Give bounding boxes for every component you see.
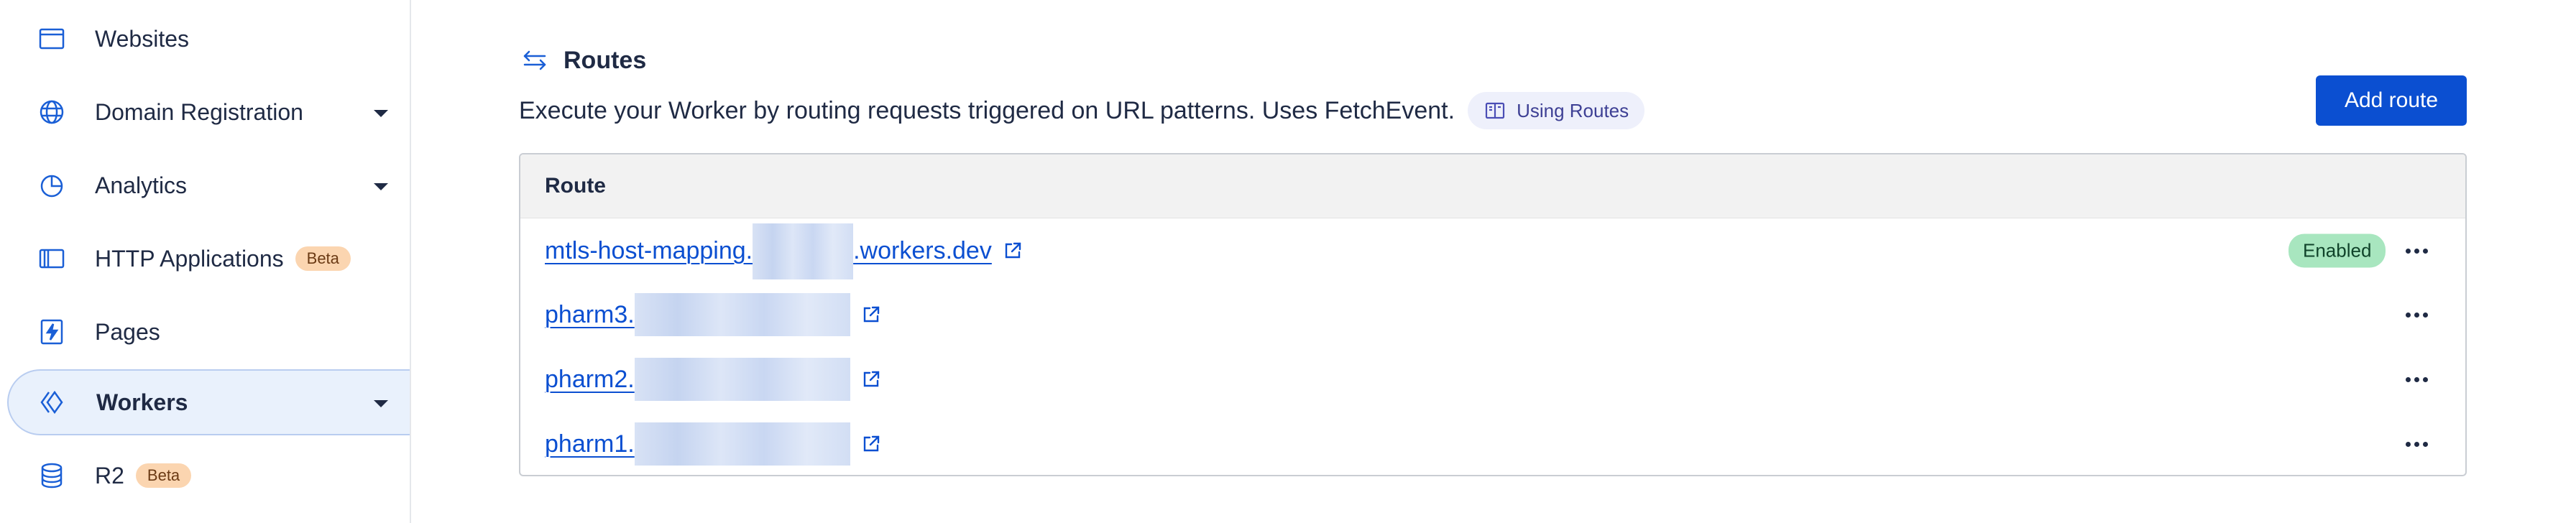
database-icon <box>36 460 68 491</box>
applications-icon <box>36 243 68 274</box>
workers-icon <box>37 387 69 418</box>
sidebar-item-http-applications[interactable]: HTTP Applications Beta <box>7 226 410 292</box>
add-route-button[interactable]: Add route <box>2316 75 2467 126</box>
route-prefix: mtls-host-mapping. <box>545 236 753 264</box>
caret-down-icon[interactable] <box>374 400 388 407</box>
redacted-text <box>634 358 850 401</box>
sidebar-item-label: Pages <box>95 319 160 345</box>
status-badge: Enabled <box>2288 233 2386 268</box>
table-header-route: Route <box>520 154 2465 218</box>
using-routes-doc-link[interactable]: Using Routes <box>1468 92 1645 129</box>
external-link-icon <box>860 369 882 390</box>
beta-badge: Beta <box>135 463 192 488</box>
beta-badge: Beta <box>295 246 351 271</box>
more-options-icon[interactable] <box>2402 304 2431 325</box>
table-row: pharm1. <box>520 412 2465 475</box>
caret-down-icon[interactable] <box>374 110 388 117</box>
route-prefix: pharm2. <box>545 365 635 393</box>
sidebar-item-workers[interactable]: Workers <box>7 369 410 435</box>
routes-title: Routes <box>564 46 647 74</box>
dashboard: Websites Domain Registration Analytics H… <box>0 0 2576 523</box>
redacted-text <box>634 293 850 336</box>
sidebar-item-websites[interactable]: Websites <box>7 6 410 72</box>
doc-link-label: Using Routes <box>1517 99 1629 121</box>
sidebar-item-pages[interactable]: Pages <box>7 299 410 365</box>
sidebar-item-label: Workers <box>96 389 188 415</box>
external-link-icon <box>860 304 882 325</box>
route-link[interactable]: pharm3. <box>545 293 882 336</box>
route-suffix: .workers.dev <box>853 236 992 264</box>
swap-arrows-icon <box>519 45 551 76</box>
sidebar-item-label: Websites <box>95 26 190 52</box>
description-text: Execute your Worker by routing requests … <box>519 96 1455 124</box>
sidebar-item-analytics[interactable]: Analytics <box>7 152 410 218</box>
caret-down-icon[interactable] <box>374 183 388 190</box>
sidebar-item-label: Analytics <box>95 172 188 198</box>
routes-description: Execute your Worker by routing requests … <box>519 92 1645 129</box>
routes-heading: Routes <box>519 45 646 76</box>
sidebar: Websites Domain Registration Analytics H… <box>0 0 411 523</box>
redacted-text <box>634 422 850 466</box>
route-prefix: pharm3. <box>545 300 635 328</box>
table-row: pharm2. <box>520 347 2465 412</box>
sidebar-item-r2[interactable]: R2 Beta <box>7 443 410 509</box>
sidebar-item-domain-registration[interactable]: Domain Registration <box>7 79 410 145</box>
sidebar-item-label: HTTP Applications <box>95 246 284 272</box>
route-prefix: pharm1. <box>545 430 635 458</box>
table-row: pharm3. <box>520 282 2465 347</box>
more-options-icon[interactable] <box>2402 369 2431 390</box>
route-link[interactable]: pharm2. <box>545 358 882 401</box>
more-options-icon[interactable] <box>2402 240 2431 262</box>
sidebar-item-label: R2 <box>95 463 124 489</box>
browser-window-icon <box>36 23 68 55</box>
sidebar-item-label: Domain Registration <box>95 99 303 125</box>
more-options-icon[interactable] <box>2402 433 2431 455</box>
route-link[interactable]: mtls-host-mapping. .workers.dev <box>545 222 1024 279</box>
main-content: Routes Execute your Worker by routing re… <box>410 0 2576 523</box>
routes-table: Route mtls-host-mapping. .workers.dev En… <box>519 153 2467 476</box>
external-link-icon <box>1002 240 1024 262</box>
lightning-icon <box>36 316 68 348</box>
globe-icon <box>36 96 68 128</box>
external-link-icon <box>860 433 882 455</box>
pie-chart-icon <box>36 170 68 201</box>
redacted-text <box>753 223 854 279</box>
book-icon <box>1484 99 1506 122</box>
route-link[interactable]: pharm1. <box>545 422 882 466</box>
table-row: mtls-host-mapping. .workers.dev Enabled <box>520 218 2465 283</box>
